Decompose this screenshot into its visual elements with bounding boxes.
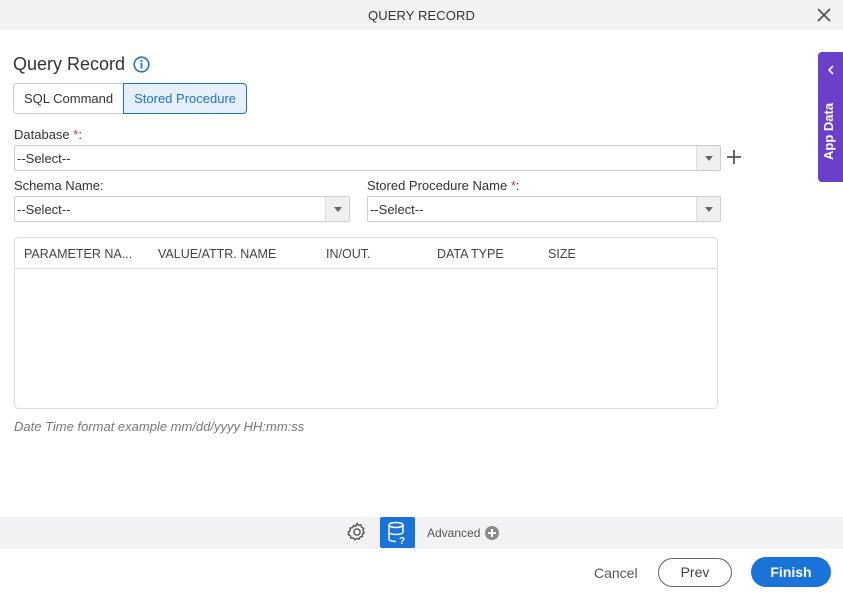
plus-circle-icon [485,526,500,540]
add-database-icon[interactable] [725,148,743,166]
mode-tabs: SQL Command Stored Procedure [13,83,248,114]
procedure-label-text: Stored Procedure Name [367,178,508,193]
data-source-button[interactable]: ? [380,517,415,548]
column-value-attr-name[interactable]: VALUE/ATTR. NAME [158,247,276,261]
schema-select-value: --Select-- [17,202,71,217]
title-bar: QUERY RECORD [0,0,843,30]
tab-stored-procedure[interactable]: Stored Procedure [123,83,248,114]
tab-sql-command[interactable]: SQL Command [13,83,124,114]
svg-text:?: ? [399,536,405,545]
column-data-type[interactable]: DATA TYPE [437,247,504,261]
chevron-left-icon [827,65,834,75]
app-data-label: App Data [821,102,836,160]
procedure-select[interactable]: --Select-- [367,196,721,222]
advanced-toggle[interactable]: Advanced [427,526,500,540]
label-suffix: : [515,178,520,193]
gear-icon[interactable] [346,521,368,543]
close-icon[interactable] [815,6,833,24]
bottom-toolbar [0,517,843,549]
procedure-select-value: --Select-- [370,202,424,217]
info-icon[interactable] [133,56,150,73]
parameters-grid: PARAMETER NA... VALUE/ATTR. NAME IN/OUT.… [14,237,718,409]
database-help-icon: ? [388,521,405,545]
chevron-down-icon[interactable] [696,197,720,221]
column-size[interactable]: SIZE [548,247,576,261]
column-parameter-name[interactable]: PARAMETER NA... [24,247,132,261]
database-select[interactable]: --Select-- [14,145,721,171]
prev-button[interactable]: Prev [658,558,732,587]
label-suffix: : [78,127,82,142]
column-in-out[interactable]: IN/OUT. [326,247,370,261]
grid-header: PARAMETER NA... VALUE/ATTR. NAME IN/OUT.… [15,238,717,269]
date-format-hint: Date Time format example mm/dd/yyyy HH:m… [14,419,305,434]
cancel-button[interactable]: Cancel [594,565,638,581]
app-data-panel-toggle[interactable]: App Data [818,52,843,182]
chevron-down-icon[interactable] [325,197,349,221]
chevron-down-icon[interactable] [696,146,720,170]
procedure-label: Stored Procedure Name *: [367,178,520,193]
finish-button[interactable]: Finish [751,557,831,587]
schema-label: Schema Name: [14,178,104,193]
page-heading: Query Record [13,54,150,75]
advanced-label: Advanced [427,526,481,540]
window-title: QUERY RECORD [368,8,475,23]
database-select-value: --Select-- [17,151,71,166]
database-label: Database *: [14,127,82,142]
page-title: Query Record [13,54,126,74]
schema-select[interactable]: --Select-- [14,196,350,222]
database-label-text: Database [14,127,70,142]
